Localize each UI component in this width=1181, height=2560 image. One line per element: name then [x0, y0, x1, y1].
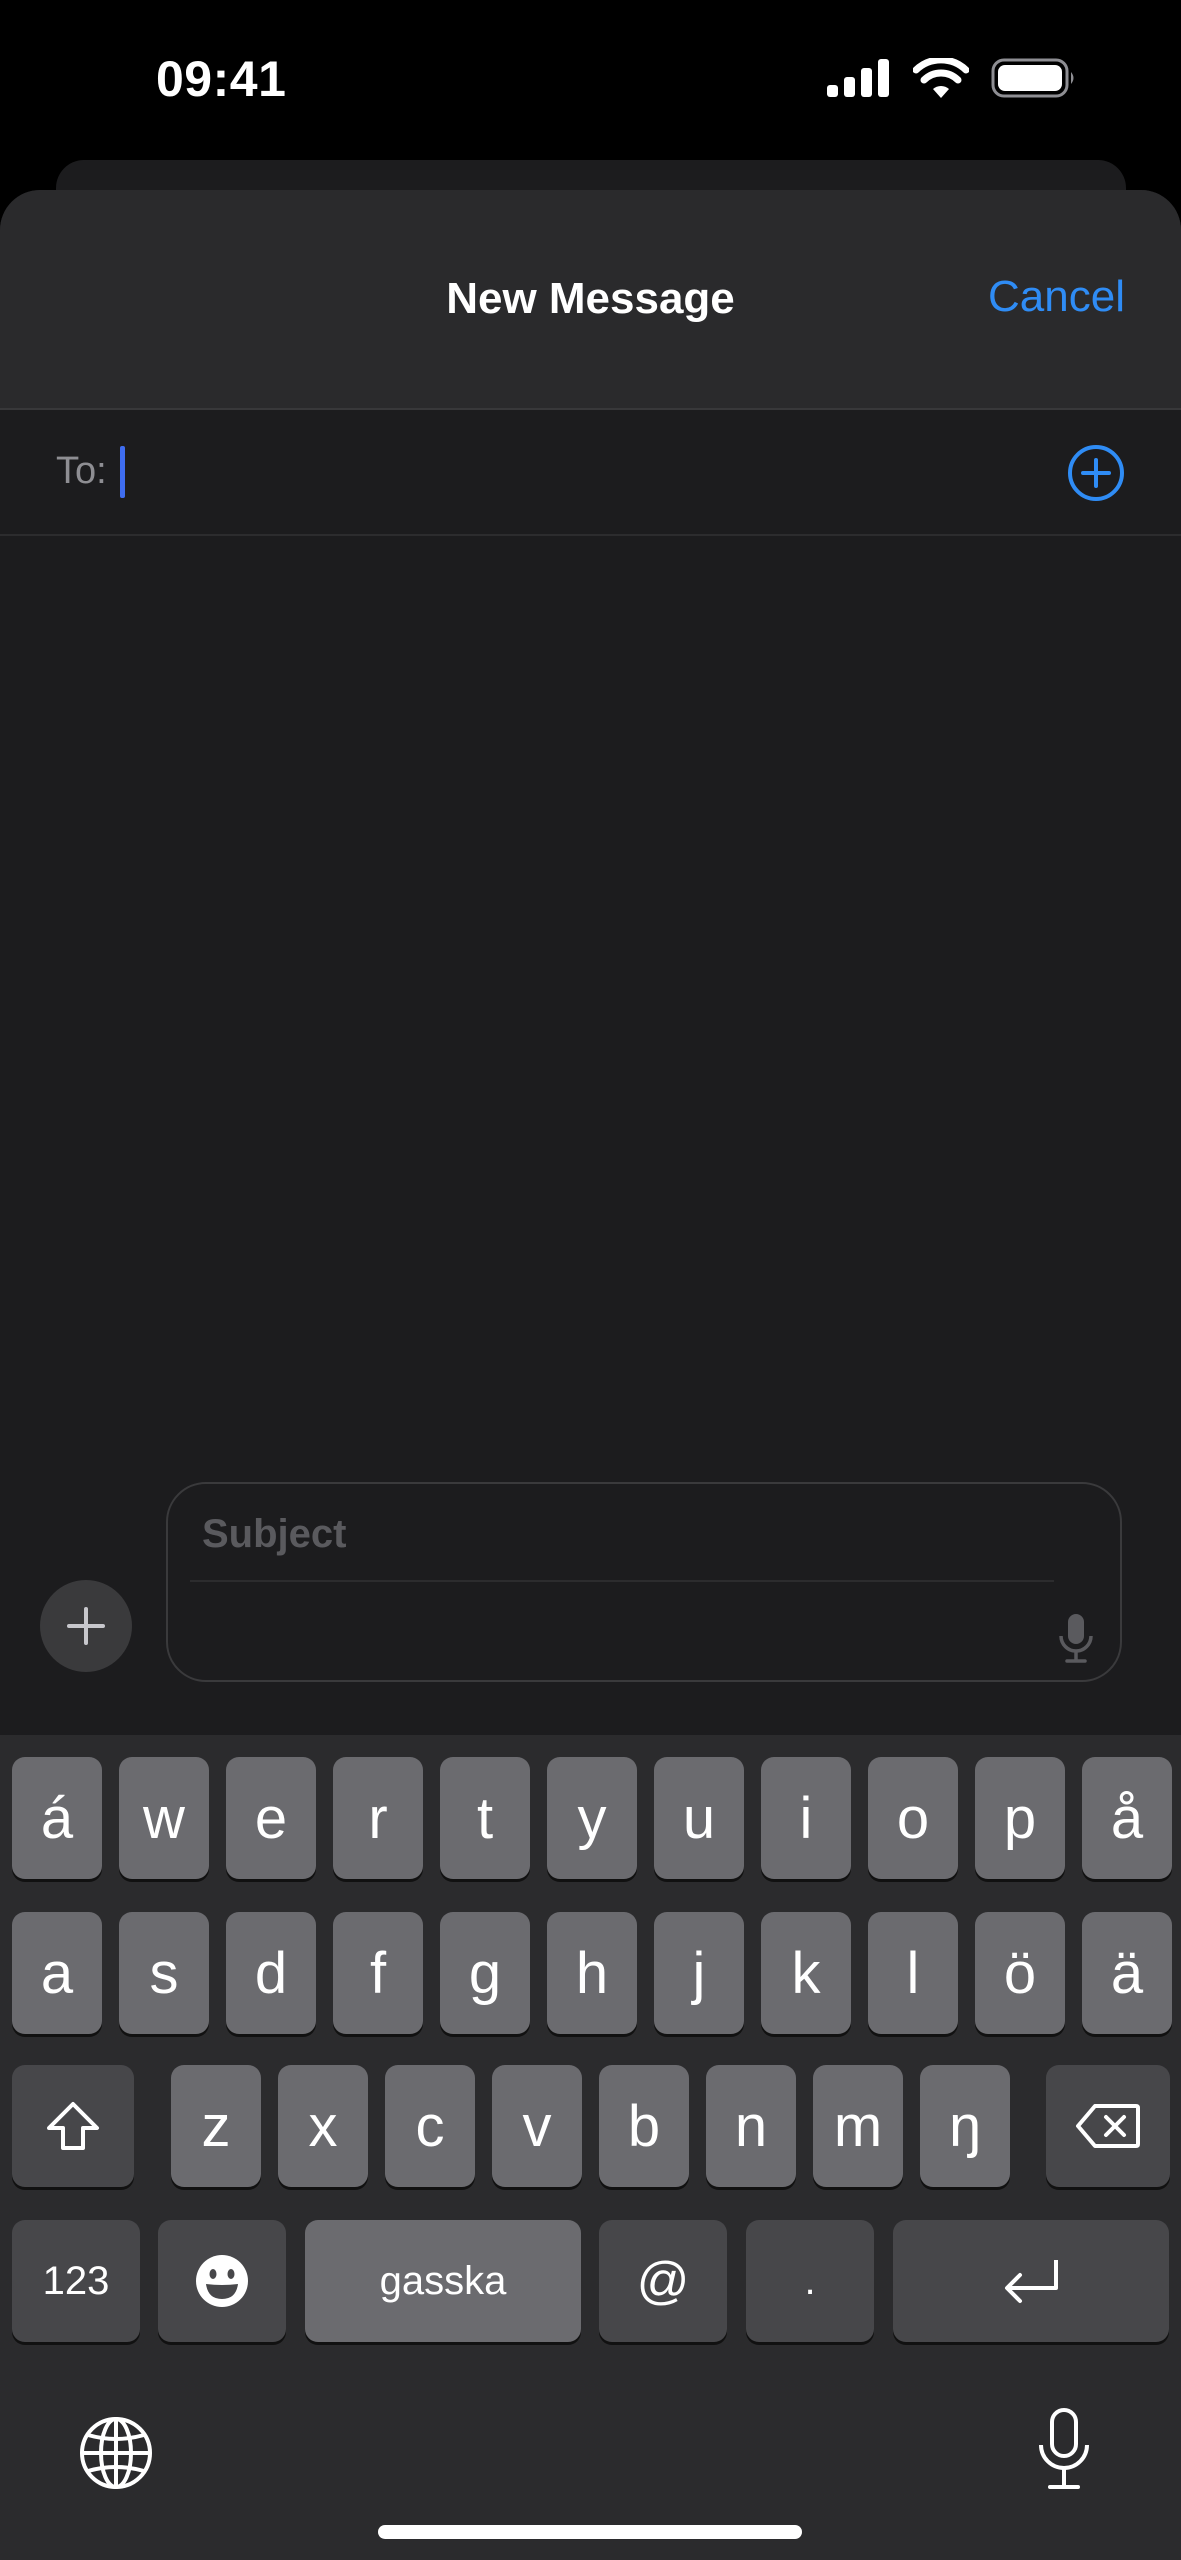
signal-icon — [827, 59, 889, 97]
text-caret — [120, 446, 125, 498]
key-i[interactable]: i — [761, 1757, 851, 1879]
period-key[interactable]: . — [746, 2220, 874, 2342]
to-field[interactable]: To: — [0, 410, 1181, 536]
emoji-icon — [196, 2255, 248, 2307]
key-u[interactable]: u — [654, 1757, 744, 1879]
add-contact-icon[interactable] — [1067, 444, 1125, 502]
delete-key[interactable] — [1046, 2065, 1170, 2187]
key-e[interactable]: e — [226, 1757, 316, 1879]
compose-bar: Subject — [0, 1470, 1181, 1735]
key-v[interactable]: v — [492, 2065, 582, 2187]
key-o[interactable]: o — [868, 1757, 958, 1879]
at-key[interactable]: @ — [599, 2220, 727, 2342]
key-a[interactable]: a — [12, 1912, 102, 2034]
key-a-umlaut[interactable]: ä — [1082, 1912, 1172, 2034]
key-x[interactable]: x — [278, 2065, 368, 2187]
shift-icon — [47, 2102, 99, 2150]
nav-bar: New Message Cancel — [0, 190, 1181, 410]
key-t[interactable]: t — [440, 1757, 530, 1879]
status-bar: 09:41 — [0, 0, 1181, 160]
plus-icon — [67, 1607, 105, 1645]
key-b[interactable]: b — [599, 2065, 689, 2187]
key-k[interactable]: k — [761, 1912, 851, 2034]
compose-divider — [190, 1580, 1054, 1582]
key-d[interactable]: d — [226, 1912, 316, 2034]
key-m[interactable]: m — [813, 2065, 903, 2187]
shift-key[interactable] — [12, 2065, 134, 2187]
to-label: To: — [56, 450, 107, 492]
subject-input[interactable]: Subject — [202, 1512, 346, 1557]
wifi-icon — [913, 58, 969, 98]
key-f[interactable]: f — [333, 1912, 423, 2034]
home-indicator[interactable] — [378, 2525, 802, 2539]
key-w[interactable]: w — [119, 1757, 209, 1879]
microphone-icon[interactable] — [1058, 1612, 1094, 1664]
compose-box[interactable]: Subject — [166, 1482, 1122, 1682]
numbers-key[interactable]: 123 — [12, 2220, 140, 2342]
delete-icon — [1076, 2104, 1140, 2148]
return-icon — [1005, 2260, 1058, 2303]
attach-button[interactable] — [40, 1580, 132, 1672]
key-a-acute[interactable]: á — [12, 1757, 102, 1879]
key-p[interactable]: p — [975, 1757, 1065, 1879]
key-z[interactable]: z — [171, 2065, 261, 2187]
key-n[interactable]: n — [706, 2065, 796, 2187]
return-key[interactable] — [893, 2220, 1169, 2342]
key-g[interactable]: g — [440, 1912, 530, 2034]
key-s[interactable]: s — [119, 1912, 209, 2034]
battery-icon — [991, 58, 1074, 98]
cancel-button[interactable]: Cancel — [988, 272, 1125, 322]
new-message-sheet: New Message Cancel To: Subject — [0, 190, 1181, 1735]
space-key[interactable]: gasska — [305, 2220, 581, 2342]
dictation-icon[interactable] — [1036, 2407, 1092, 2491]
key-eng[interactable]: ŋ — [920, 2065, 1010, 2187]
key-a-ring[interactable]: å — [1082, 1757, 1172, 1879]
key-j[interactable]: j — [654, 1912, 744, 2034]
status-icons — [827, 58, 1077, 98]
key-r[interactable]: r — [333, 1757, 423, 1879]
key-c[interactable]: c — [385, 2065, 475, 2187]
key-h[interactable]: h — [547, 1912, 637, 2034]
globe-icon[interactable] — [78, 2415, 154, 2491]
key-y[interactable]: y — [547, 1757, 637, 1879]
status-time: 09:41 — [156, 51, 287, 107]
key-l[interactable]: l — [868, 1912, 958, 2034]
key-o-umlaut[interactable]: ö — [975, 1912, 1065, 2034]
emoji-key[interactable] — [158, 2220, 286, 2342]
keyboard: á w e r t y u i o p å a s d f g h j k l … — [0, 1735, 1181, 2560]
